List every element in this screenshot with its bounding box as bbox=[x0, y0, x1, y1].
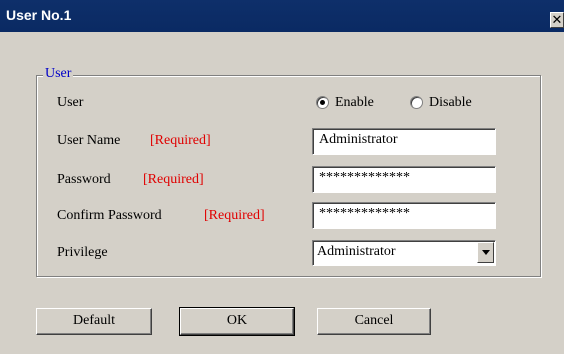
disable-label[interactable]: Disable bbox=[429, 95, 472, 111]
close-icon: ✕ bbox=[551, 12, 563, 27]
privilege-value: Administrator bbox=[317, 244, 396, 259]
disable-radio[interactable] bbox=[410, 96, 423, 109]
enable-radio[interactable] bbox=[316, 96, 329, 109]
user-name-field[interactable]: Administrator bbox=[312, 128, 496, 155]
close-button[interactable]: ✕ bbox=[550, 12, 564, 28]
user-label: User bbox=[57, 95, 84, 110]
password-field[interactable]: ************* bbox=[312, 166, 496, 193]
group-legend: User bbox=[43, 66, 74, 82]
default-button[interactable]: Default bbox=[36, 308, 152, 335]
chevron-down-icon bbox=[482, 250, 490, 255]
privilege-select[interactable]: Administrator bbox=[312, 240, 496, 266]
password-label: Password bbox=[57, 172, 111, 187]
title-bar: User No.1 ✕ bbox=[0, 0, 564, 32]
ok-button[interactable]: OK bbox=[179, 307, 295, 336]
password-value: ************* bbox=[319, 170, 410, 185]
window-title: User No.1 bbox=[6, 7, 72, 23]
enable-label[interactable]: Enable bbox=[335, 95, 374, 111]
user-name-value: Administrator bbox=[319, 132, 398, 147]
user-name-required-tag: [Required] bbox=[150, 133, 211, 148]
confirm-password-label: Confirm Password bbox=[57, 208, 162, 223]
confirm-password-value: ************* bbox=[319, 206, 410, 221]
radio-selected-dot bbox=[320, 100, 325, 105]
password-required-tag: [Required] bbox=[143, 172, 204, 187]
user-name-label: User Name bbox=[57, 133, 121, 148]
dropdown-button[interactable] bbox=[477, 242, 494, 263]
cancel-button[interactable]: Cancel bbox=[317, 308, 431, 335]
privilege-label: Privilege bbox=[57, 245, 108, 260]
confirm-password-required-tag: [Required] bbox=[204, 208, 265, 223]
confirm-password-field[interactable]: ************* bbox=[312, 202, 496, 229]
